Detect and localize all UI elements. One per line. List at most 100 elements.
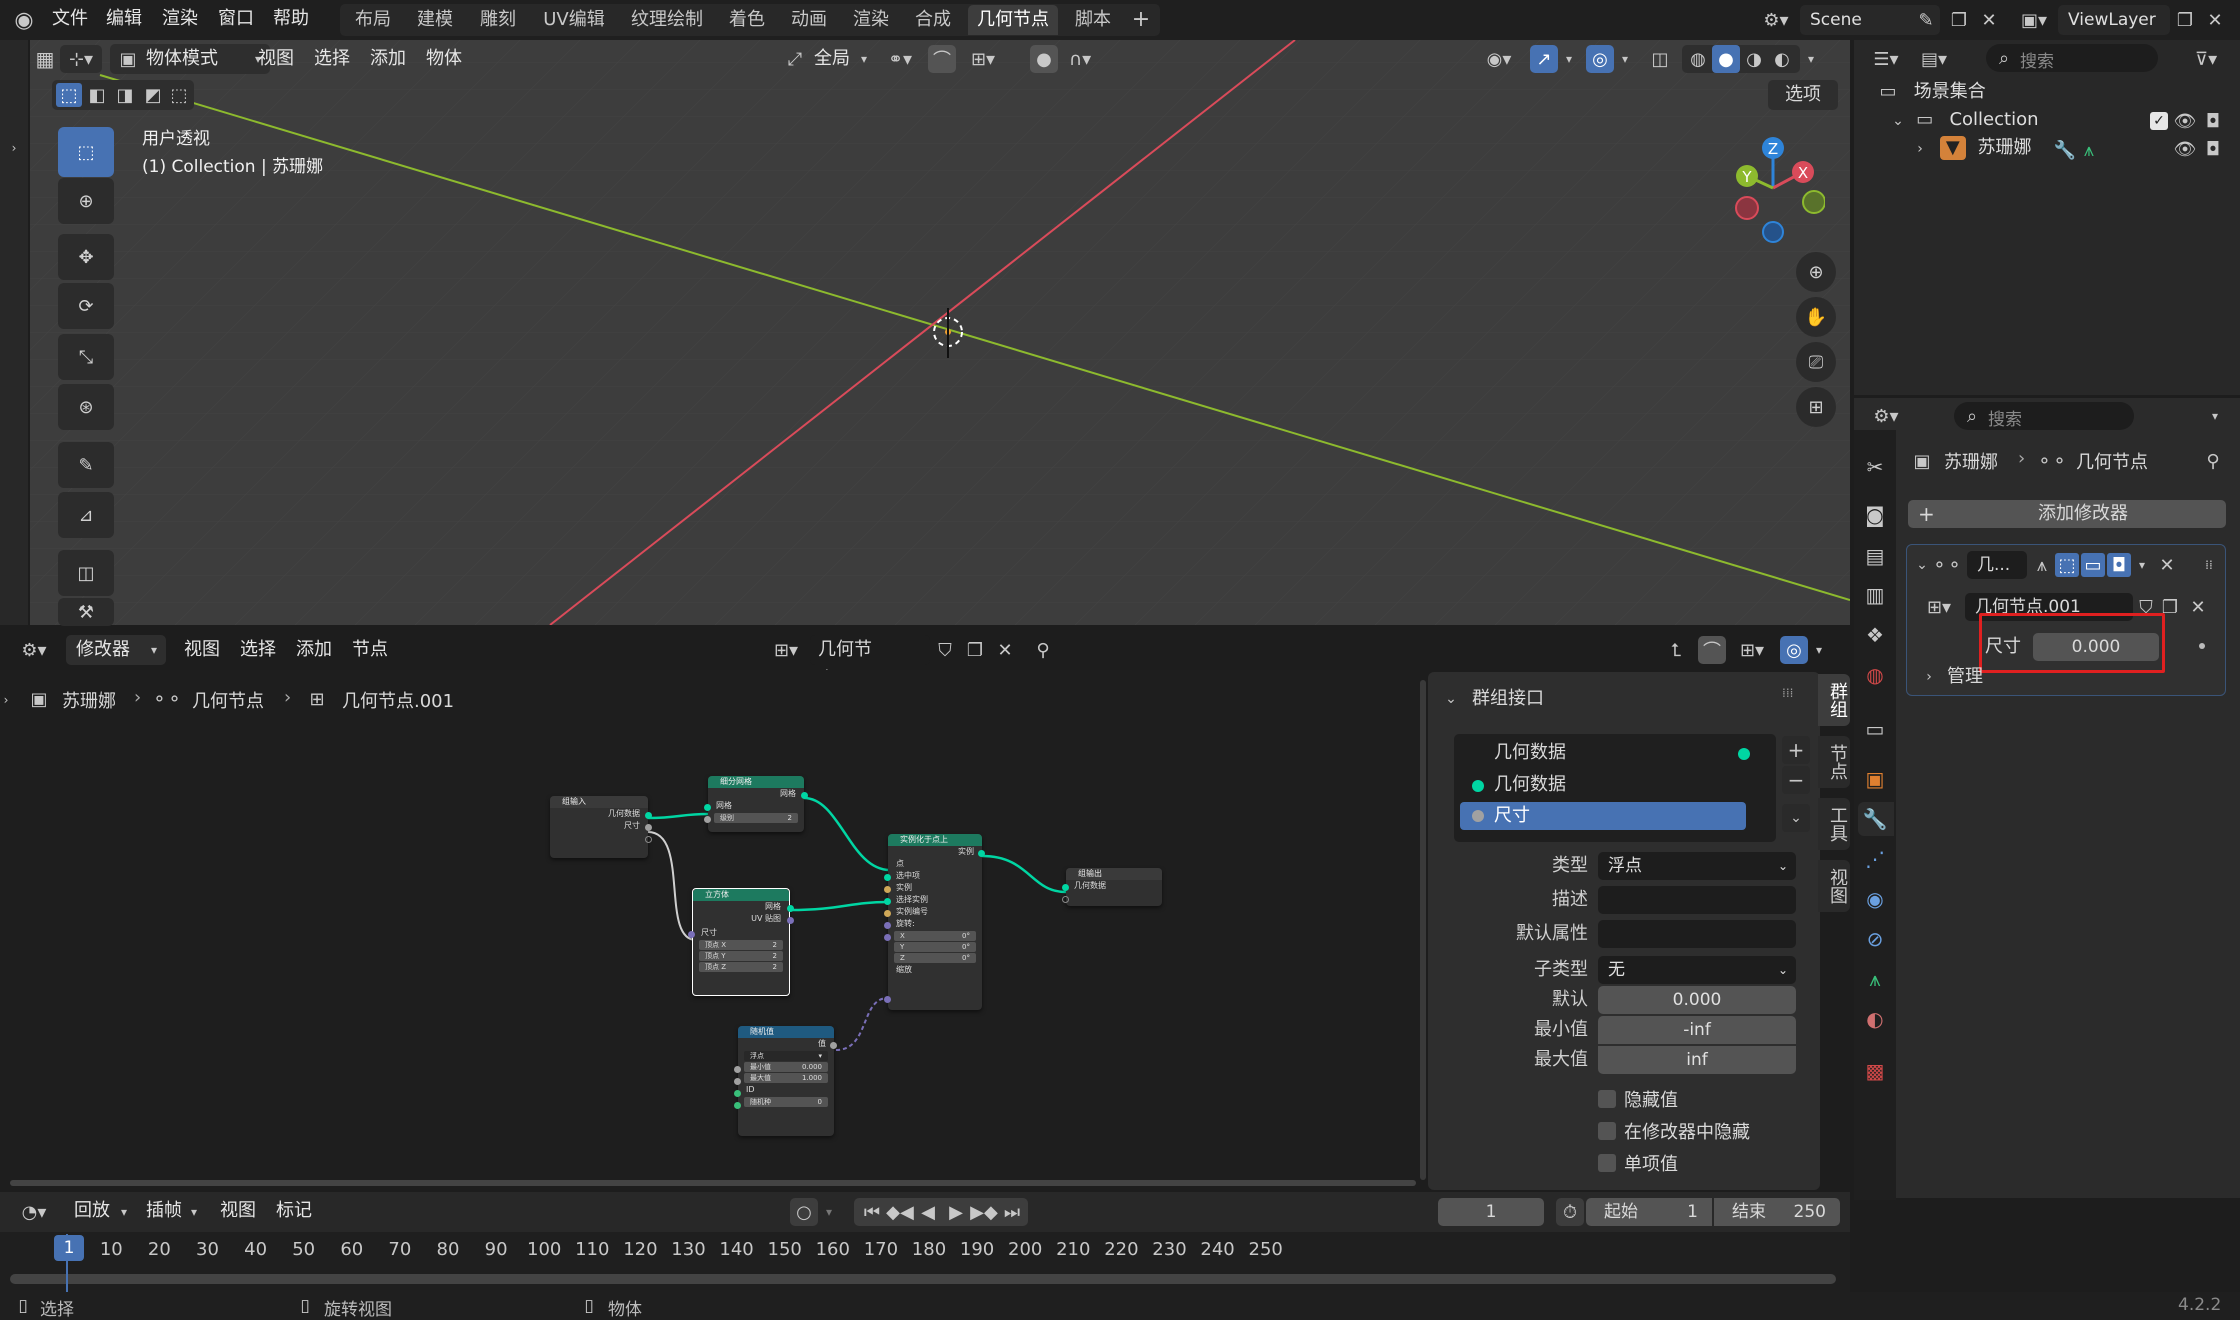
transform-orientation-label[interactable]: 全局 <box>814 44 850 74</box>
node-group-browse-icon[interactable]: ⊞▾ <box>1919 593 1959 621</box>
overlay-toggle-icon[interactable]: ◎ <box>1780 636 1808 664</box>
modifier-wrench-icon[interactable]: 🔧 <box>2054 138 2076 162</box>
timeline-menu-keying[interactable]: 插帧 <box>146 1196 182 1226</box>
pan-hand-icon[interactable]: ✋ <box>1796 297 1836 337</box>
tab-rendering[interactable]: 渲染 <box>846 5 896 35</box>
tab-scripting[interactable]: 脚本 <box>1068 5 1118 35</box>
viewlayer-name-field[interactable]: ViewLayer <box>2058 5 2170 35</box>
viewport-menu-object[interactable]: 物体 <box>426 44 462 74</box>
timeline-editor-icon[interactable]: ◔▾ <box>12 1198 56 1226</box>
play-reverse-icon[interactable]: ◀ <box>914 1198 942 1226</box>
solid-shading-icon[interactable]: ● <box>1712 45 1740 73</box>
node-canvas[interactable]: › ▣ 苏珊娜 › ⚬⚬ 几何节点 › ⊞ 几何节点.001 组输入 几何数据 … <box>0 670 1420 1190</box>
min-value-field[interactable]: -inf <box>1598 1016 1796 1044</box>
snap-toggle-icon[interactable]: ⌒ <box>1698 636 1726 664</box>
drag-handle-icon[interactable]: ⁞⁞⁞ <box>1782 686 1793 700</box>
gizmo-neg-x-icon[interactable] <box>1735 196 1759 220</box>
chevron-right-icon[interactable]: › <box>1921 665 1937 689</box>
node-menu-node[interactable]: 节点 <box>352 635 388 665</box>
output-socket[interactable] <box>645 824 652 831</box>
properties-search-input[interactable]: ⌕ 搜索 <box>1954 402 2134 430</box>
add-workspace-button[interactable]: + <box>1126 5 1156 35</box>
scene-collection-row[interactable]: ▭ 场景集合 <box>1876 78 2236 106</box>
particles-tab-icon[interactable]: ⋰ <box>1862 846 1888 872</box>
new-scene-icon[interactable]: ❐ <box>1946 6 1972 34</box>
instance-on-points-node[interactable]: 实例化于点上 实例 点 选中项 实例 选择实例 实例编号 旋转: X 0° Y 0°… <box>884 834 985 1010</box>
viewport-menu-select[interactable]: 选择 <box>314 44 350 74</box>
transform-orientation-icon[interactable]: ⤢ <box>782 45 808 73</box>
tab-tool[interactable]: 工具 <box>1818 798 1850 850</box>
select-intersect-icon[interactable]: ⬚ <box>166 83 192 107</box>
chevron-down-icon[interactable]: ⌄ <box>1890 107 1906 135</box>
chevron-down-icon[interactable]: ⌄ <box>1913 553 1931 577</box>
tab-compositing[interactable]: 合成 <box>908 5 958 35</box>
object-tab-icon[interactable]: ▣ <box>1862 766 1888 792</box>
delete-viewlayer-icon[interactable]: ✕ <box>2202 6 2228 34</box>
eye-icon[interactable]: 👁 <box>2172 136 2198 162</box>
type-dropdown[interactable]: 浮点 ⌄ <box>1598 852 1796 880</box>
new-viewlayer-icon[interactable]: ❐ <box>2172 6 2198 34</box>
node-editor-type-icon[interactable]: ⚙▾ <box>12 635 56 665</box>
physics-tab-icon[interactable]: ◉ <box>1862 886 1888 912</box>
input-socket[interactable] <box>704 816 711 823</box>
xray-toggle-icon[interactable]: ◫ <box>1646 45 1674 73</box>
output-socket[interactable] <box>645 836 652 843</box>
chevron-right-icon[interactable]: › <box>1912 135 1928 163</box>
start-frame-field[interactable]: 起始 1 <box>1586 1198 1712 1226</box>
annotate-tool-icon[interactable]: ✎ <box>58 442 114 488</box>
zoom-icon[interactable]: ⊕ <box>1796 252 1836 292</box>
subdivide-mesh-node[interactable]: 细分网格 网格 网格 级别 2 <box>704 776 808 832</box>
snap-toggle-icon[interactable]: ⌒ <box>928 45 956 73</box>
chevron-down-icon[interactable]: ▾ <box>116 1198 132 1226</box>
min-field[interactable]: 最小值 0.000 <box>744 1062 828 1072</box>
chevron-down-icon[interactable]: ▾ <box>2133 553 2151 577</box>
tab-texture-paint[interactable]: 纹理绘制 <box>623 5 711 35</box>
3d-viewport[interactable]: ▦ ⊹▾ ▣ 物体模式 ▾ 视图 选择 添加 物体 ⤢ 全局 ▾ ⚭▾ ⌒ ⊞▾… <box>30 40 1850 625</box>
next-keyframe-icon[interactable]: ▶◆ <box>970 1198 998 1226</box>
pivot-point-icon[interactable]: ⚭▾ <box>880 45 920 73</box>
wireframe-shading-icon[interactable]: ◍ <box>1684 45 1712 73</box>
move-tool-icon[interactable]: ✥ <box>58 234 114 280</box>
blender-logo-icon[interactable]: ◉ <box>10 6 38 34</box>
pin-icon[interactable]: ✎ <box>1914 6 1938 34</box>
timeline-scrollbar[interactable] <box>10 1274 1836 1284</box>
viewlayer-browse-icon[interactable]: ▣▾ <box>2012 6 2056 34</box>
chevron-down-icon[interactable]: ▾ <box>820 1198 838 1226</box>
data-type-dropdown[interactable]: 浮点 ▾ <box>744 1051 828 1061</box>
duplicate-icon[interactable]: ❐ <box>962 636 988 664</box>
remove-item-icon[interactable]: − <box>1782 766 1810 794</box>
output-socket[interactable] <box>830 1042 837 1049</box>
hide-in-modifier-checkbox[interactable] <box>1598 1122 1616 1140</box>
unlink-icon[interactable]: ✕ <box>992 636 1018 664</box>
scene-tab-icon[interactable]: ❖ <box>1862 622 1888 648</box>
panel-scrollbar[interactable] <box>1420 680 1426 1180</box>
tool-tab-icon[interactable]: ✂ <box>1862 454 1888 480</box>
camera-icon[interactable]: ◘ <box>2200 108 2226 134</box>
current-frame-field[interactable]: 1 <box>1438 1198 1544 1226</box>
cage-toggle-icon[interactable]: ⬚ <box>2055 553 2079 577</box>
output-socket[interactable] <box>787 917 794 924</box>
interaction-icon[interactable]: ⊹▾ <box>60 45 102 73</box>
random-value-node[interactable]: 随机值 值 浮点 ▾ 最小值 0.000 最大值 1.000 ID 随机种 0 <box>734 1026 837 1136</box>
mode-dropdown[interactable]: ▣ 物体模式 ▾ <box>110 44 270 74</box>
tab-sculpting[interactable]: 雕刻 <box>473 5 523 35</box>
tab-group[interactable]: 群组 <box>1818 674 1850 726</box>
falloff-icon[interactable]: ∩▾ <box>1060 45 1100 73</box>
tab-modeling[interactable]: 建模 <box>410 5 460 35</box>
editor-type-icon[interactable]: ▦ <box>30 44 60 74</box>
input-socket[interactable] <box>884 874 891 881</box>
single-value-checkbox[interactable] <box>1598 1154 1616 1172</box>
collection-checkbox[interactable]: ✓ <box>2150 112 2168 130</box>
extra-tool-icon[interactable]: ⚒ <box>58 598 114 626</box>
render-toggle-icon[interactable]: ◘ <box>2107 553 2131 577</box>
menu-edit[interactable]: 编辑 <box>106 4 142 34</box>
input-socket[interactable] <box>884 898 891 905</box>
pin-icon[interactable]: ⚲ <box>2200 448 2226 474</box>
select-invert-icon[interactable]: ◩ <box>140 83 166 107</box>
camera-view-icon[interactable]: ⎚ <box>1796 342 1836 382</box>
end-frame-field[interactable]: 结束 250 <box>1714 1198 1840 1226</box>
camera-icon[interactable]: ◘ <box>2200 136 2226 162</box>
input-socket[interactable] <box>884 886 891 893</box>
chevron-down-icon[interactable]: ▾ <box>2202 402 2228 430</box>
texture-tab-icon[interactable]: ▩ <box>1862 1058 1888 1084</box>
